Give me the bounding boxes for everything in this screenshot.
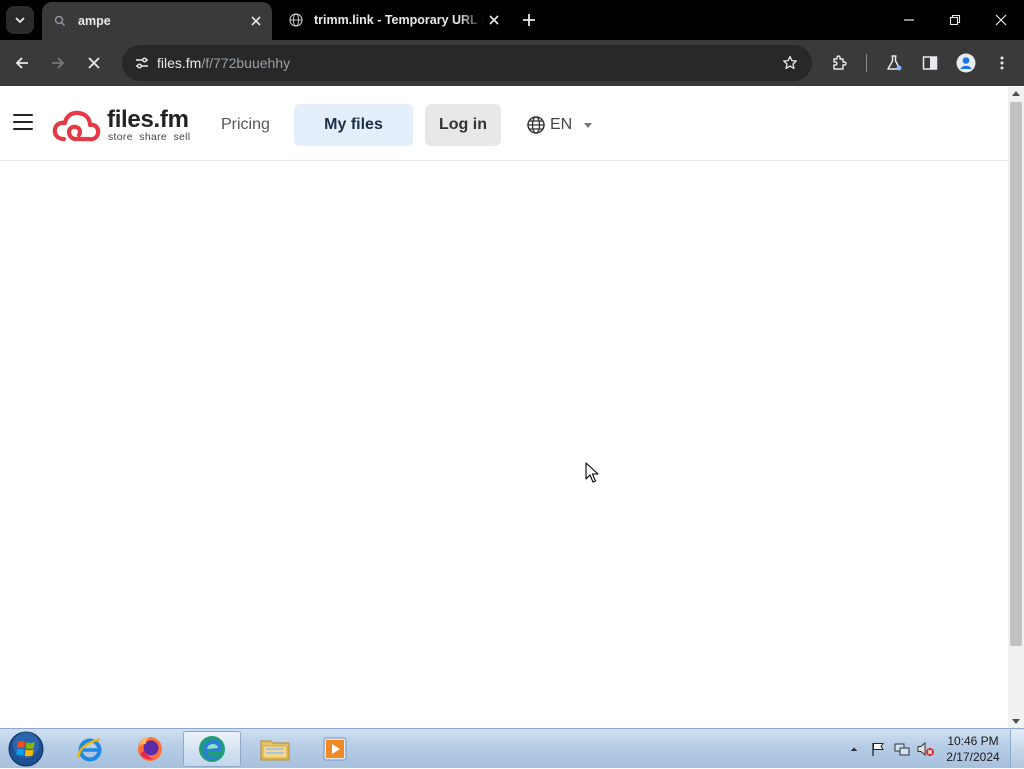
browser-menu-button[interactable] — [987, 48, 1017, 78]
globe-icon — [288, 12, 304, 28]
tab-active[interactable]: ampe — [42, 2, 272, 40]
close-icon — [995, 14, 1007, 26]
scroll-thumb[interactable] — [1010, 102, 1022, 646]
log-in-button[interactable]: Log in — [425, 104, 501, 146]
edge-icon — [199, 736, 225, 762]
new-tab-button[interactable] — [519, 10, 539, 30]
language-code: EN — [550, 116, 573, 133]
minimize-button[interactable] — [886, 0, 932, 40]
firefox-icon — [138, 737, 162, 761]
taskbar-edge-active[interactable] — [183, 731, 241, 767]
logo-wordmark: files.fm — [107, 106, 189, 133]
url-path: /f/772buuehhy — [201, 55, 291, 71]
site-info-icon[interactable] — [128, 49, 156, 77]
chevron-down-icon — [15, 17, 25, 24]
taskbar-internet-explorer[interactable] — [61, 731, 119, 767]
taskbar-media-player[interactable] — [306, 731, 364, 767]
taskbar-firefox[interactable] — [121, 731, 179, 767]
system-clock[interactable]: 10:46 PM 2/17/2024 — [944, 733, 1002, 765]
arrow-right-icon — [52, 57, 65, 69]
globe-icon — [527, 116, 545, 134]
minimize-icon — [904, 19, 914, 21]
flag-icon — [872, 743, 884, 756]
show-desktop-button[interactable] — [1010, 730, 1024, 768]
site-header: files.fm store share sell Pricing My fil… — [0, 87, 1008, 161]
close-tab-icon[interactable] — [246, 11, 266, 31]
close-tab-icon[interactable] — [484, 10, 504, 30]
bookmark-star-icon[interactable] — [776, 49, 804, 77]
windows-orb-icon — [8, 731, 44, 767]
cloud-logo-icon — [52, 110, 101, 142]
folder-icon — [260, 740, 290, 761]
media-player-icon — [323, 737, 347, 761]
nav-pricing-link[interactable]: Pricing — [221, 116, 270, 134]
profile-button[interactable] — [951, 48, 981, 78]
url-host: files.fm — [157, 55, 202, 71]
mouse-cursor-icon — [585, 462, 599, 483]
scroll-up-arrow-icon[interactable] — [1012, 91, 1020, 96]
volume-muted[interactable] — [914, 729, 938, 769]
tab-strip: ampe trimm.link - Temporary URL shortene… — [0, 0, 1024, 40]
forward-button[interactable] — [43, 48, 73, 78]
system-tray — [842, 729, 938, 769]
labs-button[interactable] — [879, 48, 909, 78]
close-icon — [88, 57, 100, 69]
puzzle-icon — [833, 55, 847, 70]
extensions-button[interactable] — [825, 48, 855, 78]
my-files-button[interactable]: My files — [294, 104, 413, 146]
windows-taskbar: 10:46 PM 2/17/2024 — [0, 728, 1024, 768]
start-button[interactable] — [6, 730, 46, 768]
page-scrollbar[interactable] — [1008, 87, 1024, 728]
browser-toolbar: files.fm/f/772buuehhy — [0, 40, 1024, 86]
hamburger-menu-icon[interactable] — [13, 114, 33, 134]
chevron-up-icon — [850, 747, 858, 751]
tab-search-button[interactable] — [6, 6, 34, 34]
loading-favicon-icon — [52, 13, 68, 29]
side-panel-button[interactable] — [915, 48, 945, 78]
web-page: files.fm store share sell Pricing My fil… — [0, 87, 1008, 728]
close-window-button[interactable] — [978, 0, 1024, 40]
language-selector[interactable]: EN — [526, 113, 593, 137]
clock-time: 10:46 PM — [947, 734, 999, 748]
url-text: files.fm/f/772buuehhy — [157, 55, 290, 71]
speaker-muted-icon — [917, 741, 934, 757]
flask-icon — [887, 55, 902, 71]
back-button[interactable] — [7, 48, 37, 78]
side-panel-icon — [922, 56, 938, 70]
taskbar-file-explorer[interactable] — [246, 731, 304, 767]
scroll-down-arrow-icon[interactable] — [1012, 719, 1020, 724]
site-logo[interactable]: files.fm store share sell — [52, 106, 200, 145]
logo-tagline: store share sell — [108, 131, 191, 143]
address-bar[interactable]: files.fm/f/772buuehhy — [122, 45, 812, 81]
more-vertical-icon — [1000, 56, 1004, 70]
caret-down-icon — [584, 122, 593, 128]
tab-inactive[interactable]: trimm.link - Temporary URL shortener — [278, 0, 510, 40]
tab-title: ampe — [78, 14, 111, 28]
clock-date: 2/17/2024 — [946, 750, 1000, 764]
restore-button[interactable] — [932, 0, 978, 40]
tab-title: trimm.link - Temporary URL shortener — [314, 13, 484, 27]
plus-icon — [523, 14, 535, 26]
profile-avatar-icon — [956, 53, 976, 73]
stop-loading-button[interactable] — [79, 48, 109, 78]
internet-explorer-icon — [77, 737, 102, 762]
network-icon — [894, 743, 910, 756]
show-hidden-icons-button[interactable] — [842, 729, 866, 769]
toolbar-divider — [866, 54, 867, 72]
restore-icon — [949, 14, 961, 26]
arrow-left-icon — [15, 57, 28, 69]
network-status[interactable] — [890, 729, 914, 769]
action-center-flag[interactable] — [866, 729, 890, 769]
